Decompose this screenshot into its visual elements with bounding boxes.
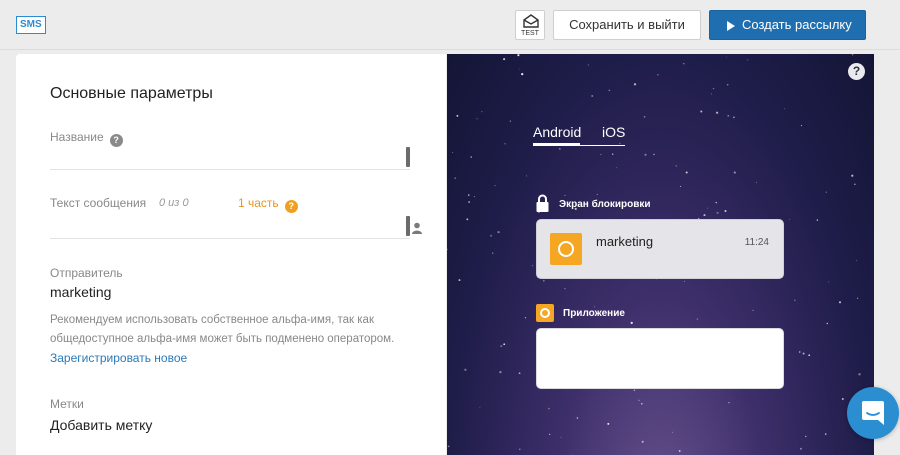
message-parts-text: 1 часть <box>238 196 279 210</box>
support-chat-button[interactable] <box>847 387 899 439</box>
message-textarea[interactable] <box>50 238 410 239</box>
name-input[interactable] <box>50 169 410 170</box>
sender-select[interactable]: marketing <box>50 284 111 300</box>
platform-tabs: Android iOS <box>533 124 625 148</box>
textarea-resize-handle <box>406 216 410 236</box>
lock-screen-label: Экран блокировки <box>559 199 651 210</box>
create-campaign-label: Создать рассылку <box>742 17 852 32</box>
create-campaign-button[interactable]: Создать рассылку <box>709 10 866 40</box>
character-counter: 0 из 0 <box>159 197 189 209</box>
section-title: Основные параметры <box>50 85 213 102</box>
add-tag-input[interactable]: Добавить метку <box>50 417 152 433</box>
app-small-logo-icon <box>536 304 554 322</box>
notification-title: marketing <box>596 234 654 249</box>
personalization-icon[interactable] <box>412 222 422 234</box>
lock-icon <box>536 194 549 212</box>
active-tab-indicator <box>533 143 580 145</box>
help-icon[interactable]: ? <box>109 134 123 147</box>
app-notification-box <box>536 328 784 389</box>
name-label-text: Название <box>50 130 104 144</box>
save-and-exit-button[interactable]: Сохранить и выйти <box>553 10 701 40</box>
test-label: TEST <box>521 30 539 37</box>
message-field-label: Текст сообщения <box>50 196 147 210</box>
channel-badge: SMS <box>16 16 46 34</box>
text-cursor-handle <box>406 147 410 167</box>
tags-label: Метки <box>50 397 84 411</box>
chat-icon <box>862 401 884 425</box>
message-parts: 1 часть? <box>238 196 298 213</box>
app-logo-icon <box>550 233 582 265</box>
tab-android[interactable]: Android <box>533 124 581 140</box>
tabs-underline <box>533 145 625 146</box>
sender-hint: Рекомендуем использовать собственное аль… <box>50 314 395 345</box>
app-label: Приложение <box>563 308 625 319</box>
notification-time: 11:24 <box>744 237 769 248</box>
register-sender-link[interactable]: Зарегистрировать новое <box>50 351 187 365</box>
top-bar: SMS TEST Сохранить и выйти Создать рассы… <box>0 0 900 50</box>
envelope-icon <box>523 14 539 28</box>
settings-panel: Основные параметры Название? Текст сообщ… <box>16 54 446 455</box>
device-preview: ? Android iOS Экран блокировки marketing… <box>447 54 874 455</box>
preview-help-icon[interactable]: ? <box>848 63 865 80</box>
name-field-label: Название? <box>50 130 123 147</box>
test-send-button[interactable]: TEST <box>515 10 545 40</box>
sender-label: Отправитель <box>50 266 123 280</box>
parts-help-icon[interactable]: ? <box>284 200 298 213</box>
play-icon <box>727 21 735 31</box>
lock-screen-notification: marketing 11:24 <box>536 219 784 279</box>
tab-ios[interactable]: iOS <box>602 124 625 140</box>
